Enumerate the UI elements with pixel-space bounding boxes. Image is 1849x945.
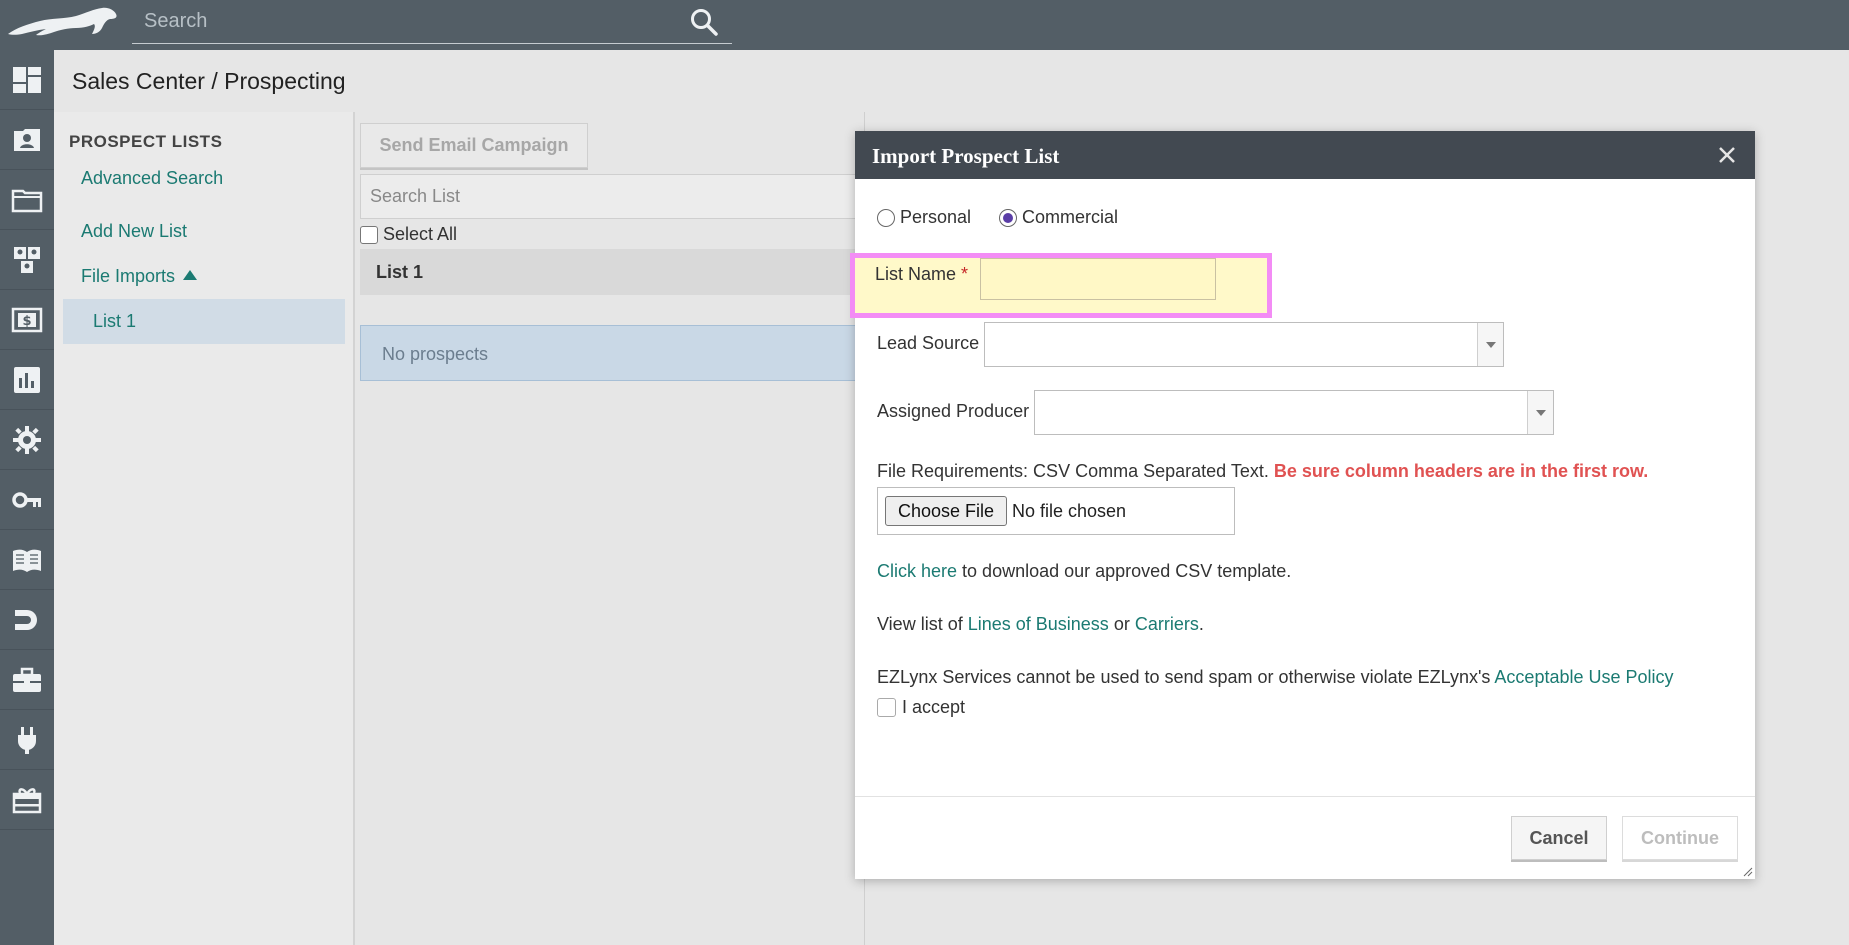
- view-list-prefix: View list of: [877, 614, 963, 634]
- list-header-title: List 1: [376, 262, 424, 282]
- svg-text:$: $: [22, 314, 31, 329]
- bar-chart-icon: [14, 366, 40, 393]
- page-title: Sales Center / Prospecting: [72, 68, 346, 94]
- search-icon[interactable]: [688, 6, 720, 38]
- global-search-input[interactable]: [144, 8, 684, 34]
- policy-text: EZLynx Services cannot be used to send s…: [877, 667, 1491, 687]
- commercial-radio-label: Commercial: [1022, 207, 1119, 227]
- empty-state: No prospects: [360, 325, 865, 381]
- csv-template-link[interactable]: Click here: [877, 561, 957, 581]
- carriers-link[interactable]: Carriers: [1135, 614, 1199, 634]
- select-all-label: Select All: [383, 224, 458, 244]
- modal-footer-divider: [855, 796, 1755, 797]
- team-icon: [14, 246, 40, 273]
- dollar-icon: $: [11, 307, 43, 332]
- resize-handle-icon[interactable]: [1743, 867, 1753, 877]
- modal-title: Import Prospect List: [872, 144, 1060, 168]
- csv-template-text: to download our approved CSV template.: [962, 561, 1292, 581]
- no-prospects-text: No prospects: [382, 344, 489, 364]
- dashboard-icon: [13, 66, 41, 93]
- list-name-input[interactable]: [980, 258, 1216, 300]
- close-icon[interactable]: [1717, 145, 1737, 165]
- plug-icon: [18, 726, 36, 754]
- nav-business[interactable]: [0, 650, 54, 710]
- commercial-radio[interactable]: [999, 208, 1018, 227]
- send-email-campaign-button[interactable]: Send Email Campaign: [360, 123, 588, 168]
- select-all-row[interactable]: Select All: [360, 224, 457, 245]
- nav-team[interactable]: [0, 230, 54, 290]
- folder-icon: [11, 189, 43, 212]
- left-nav: $: [0, 50, 54, 945]
- file-requirements-text: File Requirements: CSV Comma Separated T…: [877, 461, 1269, 481]
- lines-of-business-link[interactable]: Lines of Business: [968, 614, 1109, 634]
- accept-row[interactable]: I accept: [877, 697, 965, 718]
- global-search: [132, 0, 732, 44]
- list-name-label: List Name *: [875, 264, 968, 285]
- nav-integrations[interactable]: [0, 710, 54, 770]
- policy-line: EZLynx Services cannot be used to send s…: [877, 667, 1674, 688]
- top-bar: [0, 0, 1849, 50]
- file-imports-toggle[interactable]: File Imports: [81, 266, 198, 287]
- sidebar-item-list-1[interactable]: List 1: [63, 299, 345, 344]
- search-list-input[interactable]: [360, 174, 865, 219]
- prospect-lists-header: PROSPECT LISTS: [69, 132, 223, 151]
- nav-library[interactable]: [0, 530, 54, 590]
- key-icon: [12, 491, 41, 508]
- contact-card-icon: [14, 128, 40, 151]
- choose-file-button[interactable]: Choose File: [885, 496, 1007, 526]
- file-requirements-warning: Be sure column headers are in the first …: [1273, 461, 1649, 481]
- view-lists-line: View list of Lines of Business or Carrie…: [877, 614, 1204, 635]
- briefcase-icon: [13, 667, 41, 692]
- magnet-icon: [15, 609, 37, 630]
- assigned-producer-select[interactable]: [1034, 390, 1554, 435]
- cheetah-logo-icon[interactable]: [6, 4, 122, 40]
- assigned-producer-label: Assigned Producer: [877, 401, 1030, 421]
- continue-button[interactable]: Continue: [1622, 816, 1738, 860]
- prospects-panel: Send Email Campaign Select All List 1 No…: [356, 112, 865, 945]
- sidebar-item-label: List 1: [93, 311, 137, 331]
- chevron-down-icon: [1527, 391, 1553, 434]
- accept-checkbox[interactable]: [877, 698, 896, 717]
- nav-rewards[interactable]: [0, 770, 54, 830]
- no-file-chosen-text: No file chosen: [1012, 501, 1127, 521]
- modal-header: Import Prospect List: [855, 131, 1755, 179]
- nav-dashboard[interactable]: [0, 50, 54, 110]
- period-text: .: [1198, 614, 1204, 634]
- lead-source-select[interactable]: [984, 322, 1504, 367]
- gift-icon: [12, 787, 42, 813]
- or-text: or: [1113, 614, 1130, 634]
- acceptable-use-policy-link[interactable]: Acceptable Use Policy: [1494, 667, 1673, 687]
- personal-radio-label: Personal: [900, 207, 972, 227]
- import-prospect-list-modal: Import Prospect List Personal Commercial…: [850, 131, 1755, 879]
- nav-keys[interactable]: [0, 470, 54, 530]
- nav-contacts[interactable]: [0, 110, 54, 170]
- caret-up-icon: [183, 270, 198, 280]
- personal-radio[interactable]: [877, 208, 895, 227]
- list-header: List 1: [360, 249, 865, 295]
- nav-billing[interactable]: $: [0, 290, 54, 350]
- advanced-search-link[interactable]: Advanced Search: [81, 168, 223, 189]
- nav-leads[interactable]: [0, 590, 54, 650]
- book-icon: [13, 549, 41, 572]
- cancel-button[interactable]: Cancel: [1511, 816, 1607, 860]
- gear-icon: [13, 425, 41, 454]
- select-all-checkbox[interactable]: [360, 225, 378, 244]
- file-requirements: File Requirements: CSV Comma Separated T…: [877, 461, 1648, 482]
- add-new-list-link[interactable]: Add New List: [81, 221, 187, 242]
- required-marker: *: [961, 264, 969, 284]
- chevron-down-icon: [1477, 323, 1503, 366]
- csv-template-line: Click here to download our approved CSV …: [877, 561, 1291, 582]
- file-upload: Choose File No file chosen: [877, 487, 1235, 535]
- prospect-lists-panel: PROSPECT LISTS Advanced Search Add New L…: [54, 112, 355, 945]
- accept-label: I accept: [902, 697, 966, 717]
- list-type-radio-group: Personal Commercial: [877, 207, 1146, 228]
- nav-reports[interactable]: [0, 350, 54, 410]
- nav-settings[interactable]: [0, 410, 54, 470]
- file-imports-label: File Imports: [81, 266, 176, 286]
- lead-source-label: Lead Source: [877, 333, 980, 353]
- nav-folders[interactable]: [0, 170, 54, 230]
- list-name-label-text: List Name: [875, 264, 957, 284]
